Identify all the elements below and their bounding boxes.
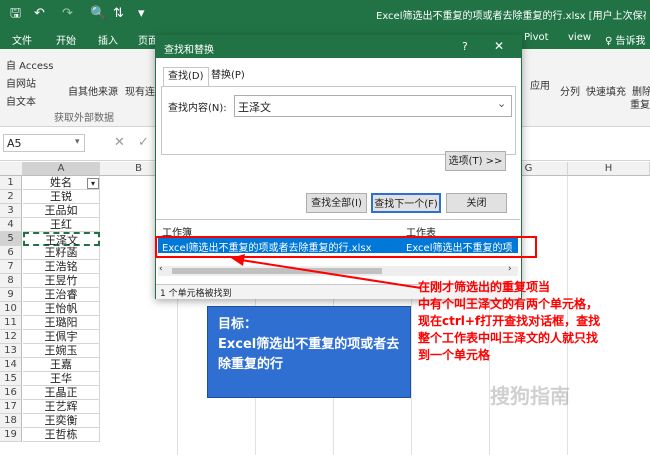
row-header[interactable]: 1 xyxy=(0,176,22,190)
watermark: 搜狗指南 xyxy=(490,384,570,408)
column-header-a[interactable]: A xyxy=(23,162,100,176)
select-all-corner[interactable] xyxy=(0,162,23,176)
row-header[interactable]: 19 xyxy=(0,428,22,442)
row-header[interactable]: 4 xyxy=(0,218,22,232)
row-header[interactable]: 10 xyxy=(0,302,22,316)
row-header[interactable]: 15 xyxy=(0,372,22,386)
scroll-right-icon[interactable]: › xyxy=(508,264,512,274)
row-header[interactable]: 7 xyxy=(0,260,22,274)
table-row[interactable]: 王佩宇 xyxy=(23,330,100,344)
tab-tell-me[interactable]: ♀ 告诉我 xyxy=(605,32,646,47)
apply-button[interactable]: 应用 xyxy=(530,77,550,92)
enter-icon[interactable]: ✓ xyxy=(138,135,149,150)
chevron-down-icon[interactable]: ⌄ xyxy=(497,97,506,110)
table-row[interactable]: 王红 xyxy=(23,218,100,232)
table-row[interactable]: 王晶正 xyxy=(23,386,100,400)
flash-fill-button[interactable]: 快速填充 xyxy=(586,83,626,98)
row-header[interactable]: 14 xyxy=(0,358,22,372)
filter-dropdown-icon[interactable]: ▾ xyxy=(87,178,99,189)
row-header[interactable]: 8 xyxy=(0,274,22,288)
qat-dropdown-icon[interactable]: ▾ xyxy=(138,7,145,21)
from-web-button[interactable]: 自网站 xyxy=(6,75,36,90)
row-header[interactable]: 11 xyxy=(0,316,22,330)
table-row[interactable]: 王怡帆 xyxy=(23,302,100,316)
find-tab-panel: 查找内容(N): 王泽文 ⌄ xyxy=(161,86,516,155)
table-row[interactable]: 王婉玉 xyxy=(23,344,100,358)
options-button[interactable]: 选项(T) >> xyxy=(445,151,506,171)
annotation-line: 到一个单元格 xyxy=(418,348,491,362)
tab-home[interactable]: 开始 xyxy=(56,32,76,47)
group-get-external-data: 获取外部数据 xyxy=(54,113,114,124)
title-bar: 🖫 ↶ ↷ 🔍 ⇅ ▾ Excel筛选出不重复的项或者去除重复的行.xlsx [… xyxy=(0,0,650,29)
table-row[interactable]: 王哲栋 xyxy=(23,428,100,442)
find-what-label: 查找内容(N): xyxy=(168,103,227,114)
found-count-text: 1 个单元格被找到 xyxy=(160,289,232,299)
help-icon[interactable]: ? xyxy=(462,40,468,53)
tab-file[interactable]: 文件 xyxy=(12,32,32,47)
tab-find[interactable]: 查找(D) xyxy=(163,67,209,86)
table-row[interactable]: 王奕衡 xyxy=(23,414,100,428)
from-text-button[interactable]: 自文本 xyxy=(6,93,36,108)
row-header[interactable]: 18 xyxy=(0,414,22,428)
save-icon[interactable]: 🖫 xyxy=(10,7,21,21)
window-title: Excel筛选出不重复的项或者去除重复的行.xlsx [用户上次保存的] xyxy=(376,11,646,22)
tab-view[interactable]: view xyxy=(568,32,591,43)
active-cell[interactable]: 王泽文 xyxy=(23,232,100,247)
goal-body: Excel筛选出不重复的项或者去除重复的行 xyxy=(218,337,400,372)
table-row[interactable]: 王治睿 xyxy=(23,288,100,302)
column-header-h[interactable]: H xyxy=(568,162,650,176)
table-row[interactable]: 王嘉 xyxy=(23,358,100,372)
dialog-titlebar[interactable]: 查找和替换 ? ✕ xyxy=(156,36,521,58)
row-header[interactable]: 12 xyxy=(0,330,22,344)
annotation-line: 整个工作表中叫王泽文的人就只找 xyxy=(418,331,599,345)
tab-insert[interactable]: 插入 xyxy=(98,32,118,47)
arrow-icon xyxy=(231,254,422,289)
print-preview-icon[interactable]: 🔍 xyxy=(90,7,106,21)
table-row[interactable]: 王璐阳 xyxy=(23,316,100,330)
row-header[interactable]: 9 xyxy=(0,288,22,302)
redo-icon[interactable]: ↷ xyxy=(62,7,73,21)
row-header[interactable]: 6 xyxy=(0,246,22,260)
find-next-button[interactable]: 查找下一个(F) xyxy=(371,193,441,213)
other-sources-button[interactable]: 自其他来源 xyxy=(68,83,118,98)
from-access-button[interactable]: 自 Access xyxy=(6,57,53,72)
find-all-button[interactable]: 查找全部(I) xyxy=(306,193,367,213)
table-row[interactable]: 王昱竹 xyxy=(23,274,100,288)
annotation-line: 中有个叫王泽文的有两个单元格， xyxy=(418,297,599,311)
annotation-line: 现在ctrl+f打开查找对话框，查找 xyxy=(418,314,601,328)
table-row[interactable]: 王华 xyxy=(23,372,100,386)
annotation-line: 在刚才筛选出的重复项当 xyxy=(418,280,551,294)
row-header[interactable]: 13 xyxy=(0,344,22,358)
table-row[interactable]: 王品如 xyxy=(23,204,100,218)
text-to-columns-button[interactable]: 分列 xyxy=(560,83,580,98)
name-box[interactable]: A5 xyxy=(3,134,85,152)
name-box-dropdown-icon[interactable]: ▾ xyxy=(75,137,80,147)
remove-duplicates-label: 重复 xyxy=(630,100,650,111)
tab-pivot[interactable]: Pivot xyxy=(524,32,549,43)
table-row[interactable]: 王浩铭 xyxy=(23,260,100,274)
row-header[interactable]: 5 xyxy=(0,232,22,246)
close-button[interactable]: 关闭 xyxy=(446,193,507,213)
goal-title: 目标： xyxy=(218,317,258,332)
find-what-input[interactable]: 王泽文 ⌄ xyxy=(234,95,512,117)
existing-connections-button[interactable]: 现有连 xyxy=(125,83,155,98)
goal-callout: 目标： Excel筛选出不重复的项或者去除重复的行 xyxy=(207,306,411,398)
row-header[interactable]: 2 xyxy=(0,190,22,204)
dialog-title: 查找和替换 xyxy=(164,45,214,56)
row-header[interactable]: 16 xyxy=(0,386,22,400)
row-header[interactable]: 17 xyxy=(0,400,22,414)
cancel-icon[interactable]: ✕ xyxy=(114,135,125,150)
table-row[interactable]: 王艺辉 xyxy=(23,400,100,414)
tab-replace[interactable]: 替换(P) xyxy=(207,67,249,85)
sort-icon[interactable]: ⇅ xyxy=(113,7,124,21)
find-what-value: 王泽文 xyxy=(238,101,271,114)
scroll-left-icon[interactable]: ‹ xyxy=(159,264,163,274)
undo-icon[interactable]: ↶ xyxy=(34,7,45,21)
table-row[interactable]: 王锐 xyxy=(23,190,100,204)
close-icon[interactable]: ✕ xyxy=(494,39,504,53)
row-header[interactable]: 3 xyxy=(0,204,22,218)
table-row[interactable]: 王籽菡 xyxy=(23,246,100,260)
